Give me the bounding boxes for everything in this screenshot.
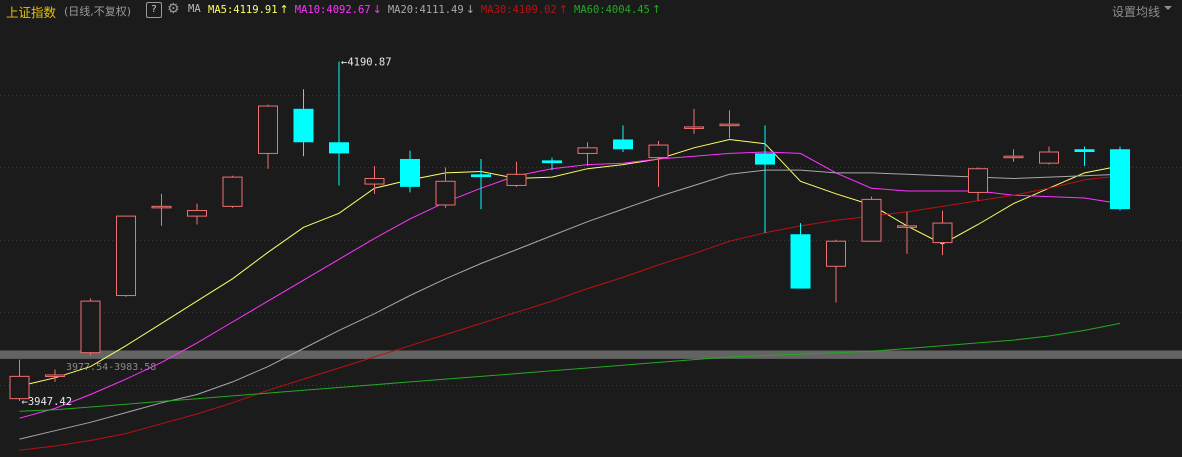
candle-body <box>506 173 527 186</box>
candle[interactable] <box>1003 149 1024 162</box>
period-label[interactable]: (日线,不复权) <box>64 3 131 19</box>
candle[interactable] <box>861 196 882 242</box>
ma-line-ma20 <box>19 169 1121 440</box>
candle[interactable] <box>790 223 811 289</box>
price-annotation: ←3947.42 <box>22 396 73 408</box>
candle[interactable] <box>329 61 349 186</box>
candle[interactable] <box>116 215 136 297</box>
candle-body <box>1110 149 1130 210</box>
candle-body <box>400 158 420 187</box>
moving-average-layer <box>19 138 1121 451</box>
candle[interactable] <box>258 104 278 169</box>
candle-body <box>1039 151 1059 164</box>
candle-body <box>80 300 101 354</box>
candle-body <box>719 123 740 127</box>
ma30-trend-icon: ↑ <box>558 3 568 16</box>
candle-body <box>364 177 385 185</box>
ma20-value: MA20:4111.49 <box>387 3 464 16</box>
candle-layer <box>9 61 1130 401</box>
candle[interactable] <box>435 167 456 208</box>
candle-body <box>577 147 598 154</box>
ma-line-ma60 <box>19 322 1121 412</box>
candle[interactable] <box>400 150 420 193</box>
ma5-value: MA5:4119.91 <box>208 3 278 16</box>
candle-body <box>293 108 314 143</box>
candle[interactable] <box>471 158 491 210</box>
candle-body <box>222 176 243 207</box>
candle-body <box>329 142 349 154</box>
candle[interactable] <box>897 211 917 254</box>
chart-header: 上证指数 (日线,不复权) ? ⚙ MA MA5:4119.91 ↑ MA10:… <box>0 0 1182 22</box>
candle-body <box>542 160 562 164</box>
ma-item-ma60: MA60:4004.45 ↑ <box>574 3 661 16</box>
candle-body <box>258 105 278 154</box>
ma5-trend-icon: ↑ <box>279 3 289 16</box>
candle[interactable] <box>187 203 207 225</box>
candle[interactable] <box>826 239 846 303</box>
candle-body <box>648 144 669 159</box>
ma10-value: MA10:4092.67 <box>294 3 371 16</box>
candle[interactable] <box>968 167 988 201</box>
candle[interactable] <box>45 369 65 382</box>
help-icon[interactable]: ? <box>146 2 162 18</box>
candle-body <box>471 174 491 178</box>
candle-body <box>932 222 953 244</box>
ma-item-ma10: MA10:4092.67 ↓ <box>295 3 382 16</box>
ma-label: MA <box>188 3 201 15</box>
candle[interactable] <box>506 161 527 187</box>
candle-body <box>1074 149 1095 153</box>
candle-body <box>435 180 456 206</box>
ma60-value: MA60:4004.45 <box>574 3 650 16</box>
candle-body <box>116 215 136 297</box>
candle[interactable] <box>684 108 704 134</box>
candle[interactable] <box>613 125 633 153</box>
candle-body <box>968 168 988 193</box>
candle[interactable] <box>1074 146 1095 166</box>
candle-body <box>755 153 775 165</box>
candle[interactable] <box>1039 146 1059 165</box>
gear-icon[interactable]: ⚙ <box>167 1 180 17</box>
candle-body <box>45 374 65 377</box>
candle[interactable] <box>648 140 669 187</box>
candle[interactable] <box>719 110 740 139</box>
candle-body <box>1003 155 1024 159</box>
price-annotation: ←4190.87 <box>341 57 392 69</box>
candle[interactable] <box>1110 146 1130 211</box>
ma60-trend-icon: ↑ <box>651 3 662 16</box>
candle[interactable] <box>364 165 385 194</box>
candle[interactable] <box>932 210 953 256</box>
candle-body <box>613 139 633 150</box>
ma-line-ma10 <box>19 151 1121 419</box>
ma10-trend-icon: ↓ <box>372 3 382 16</box>
candlestick-chart[interactable]: 3977.54-3983.58 ←4190.87←3947.42 <box>0 22 1182 457</box>
candle-body <box>897 225 917 228</box>
candle-body <box>151 205 172 209</box>
candle[interactable] <box>80 298 101 356</box>
candle[interactable] <box>9 359 30 401</box>
index-name[interactable]: 上证指数 <box>6 2 56 21</box>
candle-body <box>187 210 207 217</box>
candle[interactable] <box>577 142 598 166</box>
candle-body <box>684 126 704 129</box>
candle-body <box>826 240 846 267</box>
ma20-trend-icon: ↓ <box>465 3 475 16</box>
ma30-value: MA30:4109.02 <box>480 3 557 16</box>
candle[interactable] <box>293 89 314 157</box>
ma-settings-button[interactable]: 设置均线 <box>1112 3 1160 20</box>
ma-item-ma20: MA20:4111.49 ↓ <box>388 3 475 16</box>
candle[interactable] <box>222 175 243 208</box>
ma-legend: MA5:4119.91 ↑ MA10:4092.67 ↓ MA20:4111.4… <box>208 3 661 16</box>
candle-body <box>790 234 811 289</box>
ma-item-ma5: MA5:4119.91 ↑ <box>208 3 289 16</box>
ma-item-ma30: MA30:4109.02 ↑ <box>481 3 568 16</box>
chevron-down-icon[interactable] <box>1164 6 1172 10</box>
candle[interactable] <box>151 193 172 226</box>
candle-body <box>861 198 882 242</box>
candle[interactable] <box>755 125 775 233</box>
price-band <box>0 350 1182 359</box>
